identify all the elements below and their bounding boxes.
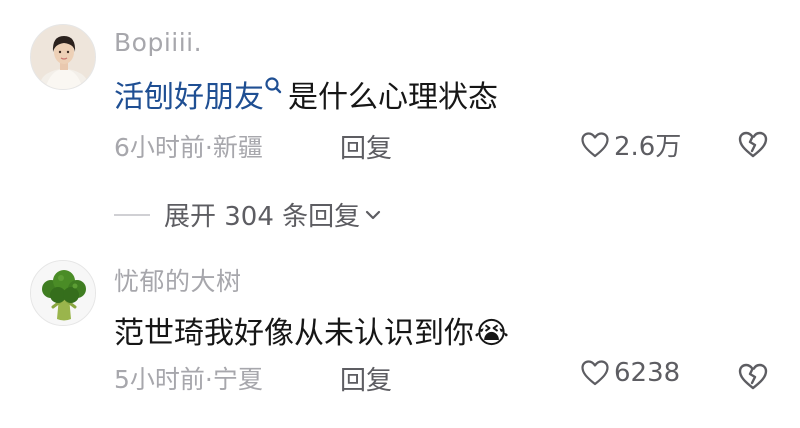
comment-meta: 6小时前·新疆	[114, 128, 263, 164]
like-count: 6238	[614, 358, 681, 388]
search-icon[interactable]	[264, 72, 286, 96]
comment-meta: 5小时前·宁夏	[114, 360, 263, 396]
topic-link[interactable]: 活刨好朋友	[114, 80, 264, 115]
expand-replies-button[interactable]: 展开 304 条回复	[114, 196, 382, 233]
like-count: 2.6万	[614, 132, 682, 162]
dislike-button[interactable]	[736, 127, 770, 161]
chevron-down-icon	[366, 210, 381, 219]
comment-body: 范世琦我好像从未认识到你	[114, 316, 474, 351]
location: 宁夏	[212, 365, 263, 394]
timestamp: 5小时前	[114, 365, 205, 394]
dislike-button[interactable]	[736, 359, 770, 393]
location: 新疆	[212, 133, 263, 162]
avatar[interactable]	[30, 260, 96, 326]
like-button[interactable]: 6238	[580, 358, 680, 388]
reply-button[interactable]: 回复	[340, 360, 392, 397]
divider	[114, 213, 150, 216]
heart-outline-icon	[581, 360, 609, 386]
heart-outline-icon	[581, 131, 609, 157]
woman-portrait-icon	[31, 25, 95, 89]
expand-replies-label: 展开 304 条回复	[164, 202, 361, 232]
avatar[interactable]	[30, 24, 96, 90]
comment-body: 是什么心理状态	[288, 80, 498, 115]
broken-heart-icon	[738, 363, 768, 390]
broccoli-icon	[31, 261, 95, 325]
reply-button[interactable]: 回复	[340, 128, 392, 165]
like-button[interactable]: 2.6万	[580, 126, 681, 163]
comment-text: 范世琦我好像从未认识到你😭	[114, 308, 509, 352]
comment-item: Bopiiii. 活刨好朋友 是什么心理状态 6小时前·新疆 回复 2.6万 展开…	[0, 0, 800, 232]
comment-text: 活刨好朋友 是什么心理状态	[114, 72, 498, 116]
separator: ·	[204, 133, 213, 162]
crying-emoji-icon: 😭	[474, 316, 510, 351]
username[interactable]: Bopiiii.	[114, 28, 202, 57]
broken-heart-icon	[738, 131, 768, 158]
timestamp: 6小时前	[114, 133, 205, 162]
username[interactable]: 忧郁的大树	[114, 262, 242, 298]
separator: ·	[204, 365, 213, 394]
comment-item: 忧郁的大树 范世琦我好像从未认识到你😭 5小时前·宁夏 回复 6238	[0, 250, 800, 428]
